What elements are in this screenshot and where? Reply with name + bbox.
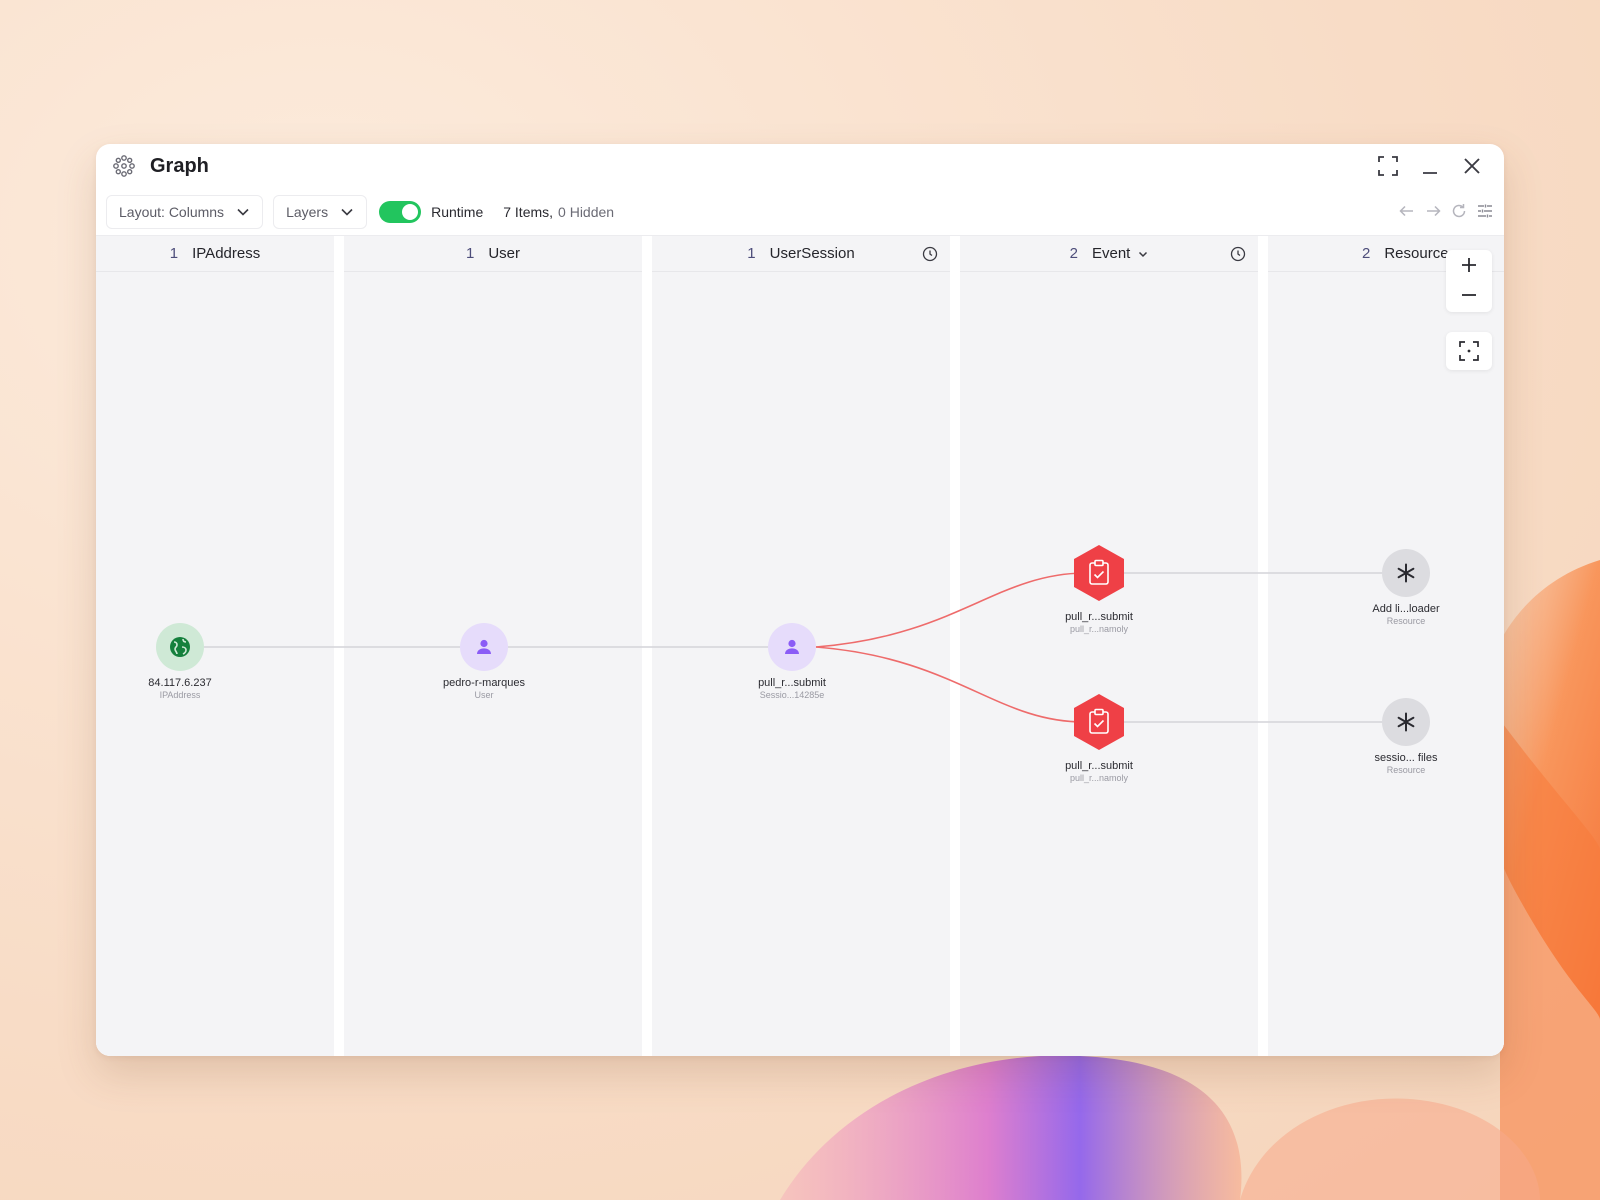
- minus-icon: [1462, 294, 1476, 296]
- back-arrow-icon[interactable]: [1398, 202, 1416, 220]
- node-user[interactable]: pedro-r-marques User: [424, 623, 544, 700]
- user-icon: [477, 639, 491, 654]
- node-circle[interactable]: [768, 623, 816, 671]
- minimize-icon: [1423, 172, 1437, 174]
- globe-icon: [170, 637, 190, 657]
- chevron-down-icon: [237, 208, 249, 216]
- fit-view-button[interactable]: [1446, 332, 1492, 370]
- node-label: Add li...loader: [1372, 603, 1440, 615]
- zoom-controls: [1446, 250, 1492, 312]
- node-circle[interactable]: [460, 623, 508, 671]
- node-type: Sessio...14285e: [759, 690, 825, 700]
- user-icon: [785, 639, 799, 654]
- layout-dropdown[interactable]: Layout: Columns: [106, 194, 264, 229]
- close-button[interactable]: [1458, 152, 1486, 180]
- node-type: pull_r...namoly: [1069, 773, 1129, 783]
- focus-icon: [1459, 341, 1479, 361]
- chevron-down-icon: [341, 208, 353, 216]
- node-circle[interactable]: [156, 623, 204, 671]
- refresh-icon[interactable]: [1450, 202, 1468, 220]
- graph-canvas[interactable]: 1 IPAddress 1 User 1 UserSession 2 Event: [96, 236, 1504, 1056]
- node-type: Resource: [1386, 616, 1426, 626]
- node-ipaddress[interactable]: 84.117.6.237 IPAddress: [120, 623, 240, 700]
- title-bar: Graph: [96, 144, 1504, 188]
- node-label: pull_r...submit: [1065, 611, 1133, 623]
- close-icon: [1464, 158, 1480, 174]
- toolbar: Layout: Columns Layers Runtime 7 Items, …: [96, 188, 1504, 236]
- node-type: Resource: [1386, 765, 1426, 775]
- zoom-in-button[interactable]: [1446, 250, 1492, 280]
- asterisk-icon: [1397, 563, 1415, 583]
- graph-logo-icon: [113, 155, 135, 177]
- maximize-button[interactable]: [1374, 152, 1402, 180]
- hidden-count: 0 Hidden: [558, 203, 615, 220]
- node-resource[interactable]: Add li...loader Resource: [1346, 549, 1466, 626]
- node-label: sessio... files: [1374, 752, 1438, 764]
- graph-window: Graph Layout: Columns Layers Runtime 7 I…: [96, 144, 1504, 1056]
- event-hexagon[interactable]: [1072, 693, 1126, 751]
- toggle-knob: [402, 203, 419, 220]
- layers-dropdown-label: Layers: [286, 203, 329, 220]
- asterisk-icon: [1397, 712, 1415, 732]
- runtime-toggle[interactable]: [379, 200, 422, 223]
- node-label: pull_r...submit: [758, 677, 826, 689]
- layout-dropdown-label: Layout: Columns: [119, 203, 225, 220]
- filter-settings-icon[interactable]: [1476, 202, 1494, 220]
- node-label: pedro-r-marques: [443, 677, 525, 689]
- node-circle[interactable]: [1382, 549, 1430, 597]
- layers-dropdown[interactable]: Layers: [273, 194, 368, 229]
- plus-icon: [1462, 258, 1476, 272]
- forward-arrow-icon[interactable]: [1424, 202, 1442, 220]
- node-type: IPAddress: [159, 690, 201, 700]
- expand-icon: [1378, 156, 1398, 176]
- node-label: pull_r...submit: [1065, 760, 1133, 772]
- node-resource[interactable]: sessio... files Resource: [1346, 698, 1466, 775]
- node-usersession[interactable]: pull_r...submit Sessio...14285e: [732, 623, 852, 700]
- event-hexagon[interactable]: [1072, 544, 1126, 602]
- window-title: Graph: [150, 154, 209, 177]
- minimize-button[interactable]: [1416, 152, 1444, 180]
- node-type: User: [474, 690, 494, 700]
- node-type: pull_r...namoly: [1069, 624, 1129, 634]
- node-event[interactable]: pull_r...submit pull_r...namoly: [1039, 544, 1159, 634]
- items-count: 7 Items,: [503, 203, 554, 220]
- node-circle[interactable]: [1382, 698, 1430, 746]
- node-event[interactable]: pull_r...submit pull_r...namoly: [1039, 693, 1159, 783]
- zoom-out-button[interactable]: [1446, 280, 1492, 310]
- runtime-label: Runtime: [431, 203, 484, 220]
- node-label: 84.117.6.237: [148, 677, 212, 689]
